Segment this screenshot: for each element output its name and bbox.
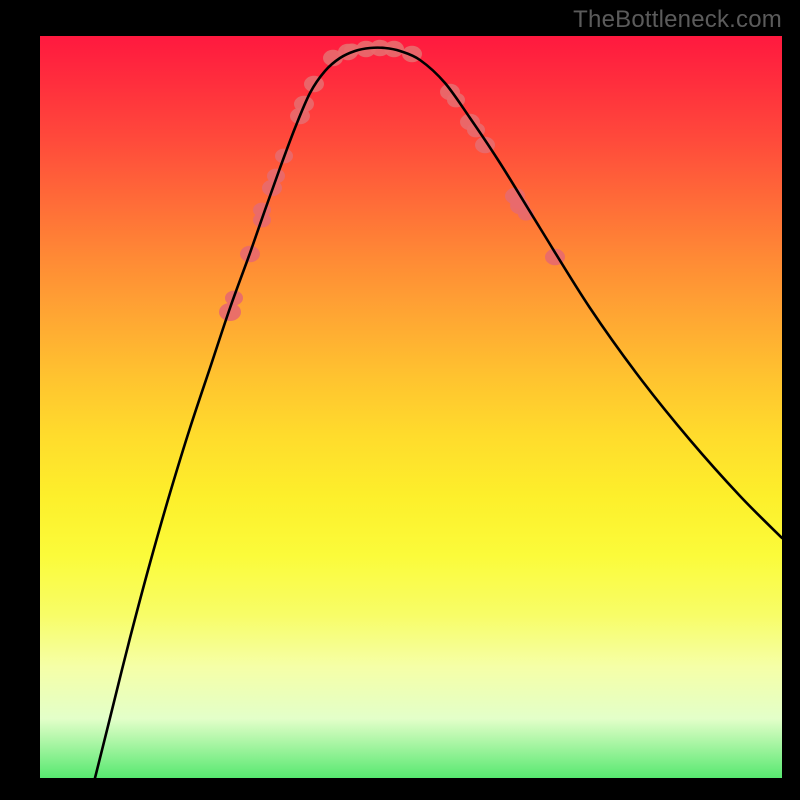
chart-plot-area xyxy=(40,36,782,778)
chart-markers-group xyxy=(219,40,565,321)
chart-svg xyxy=(40,36,782,778)
chart-frame: TheBottleneck.com xyxy=(0,0,800,800)
attribution-label: TheBottleneck.com xyxy=(573,6,782,34)
bottleneck-curve xyxy=(95,48,782,778)
